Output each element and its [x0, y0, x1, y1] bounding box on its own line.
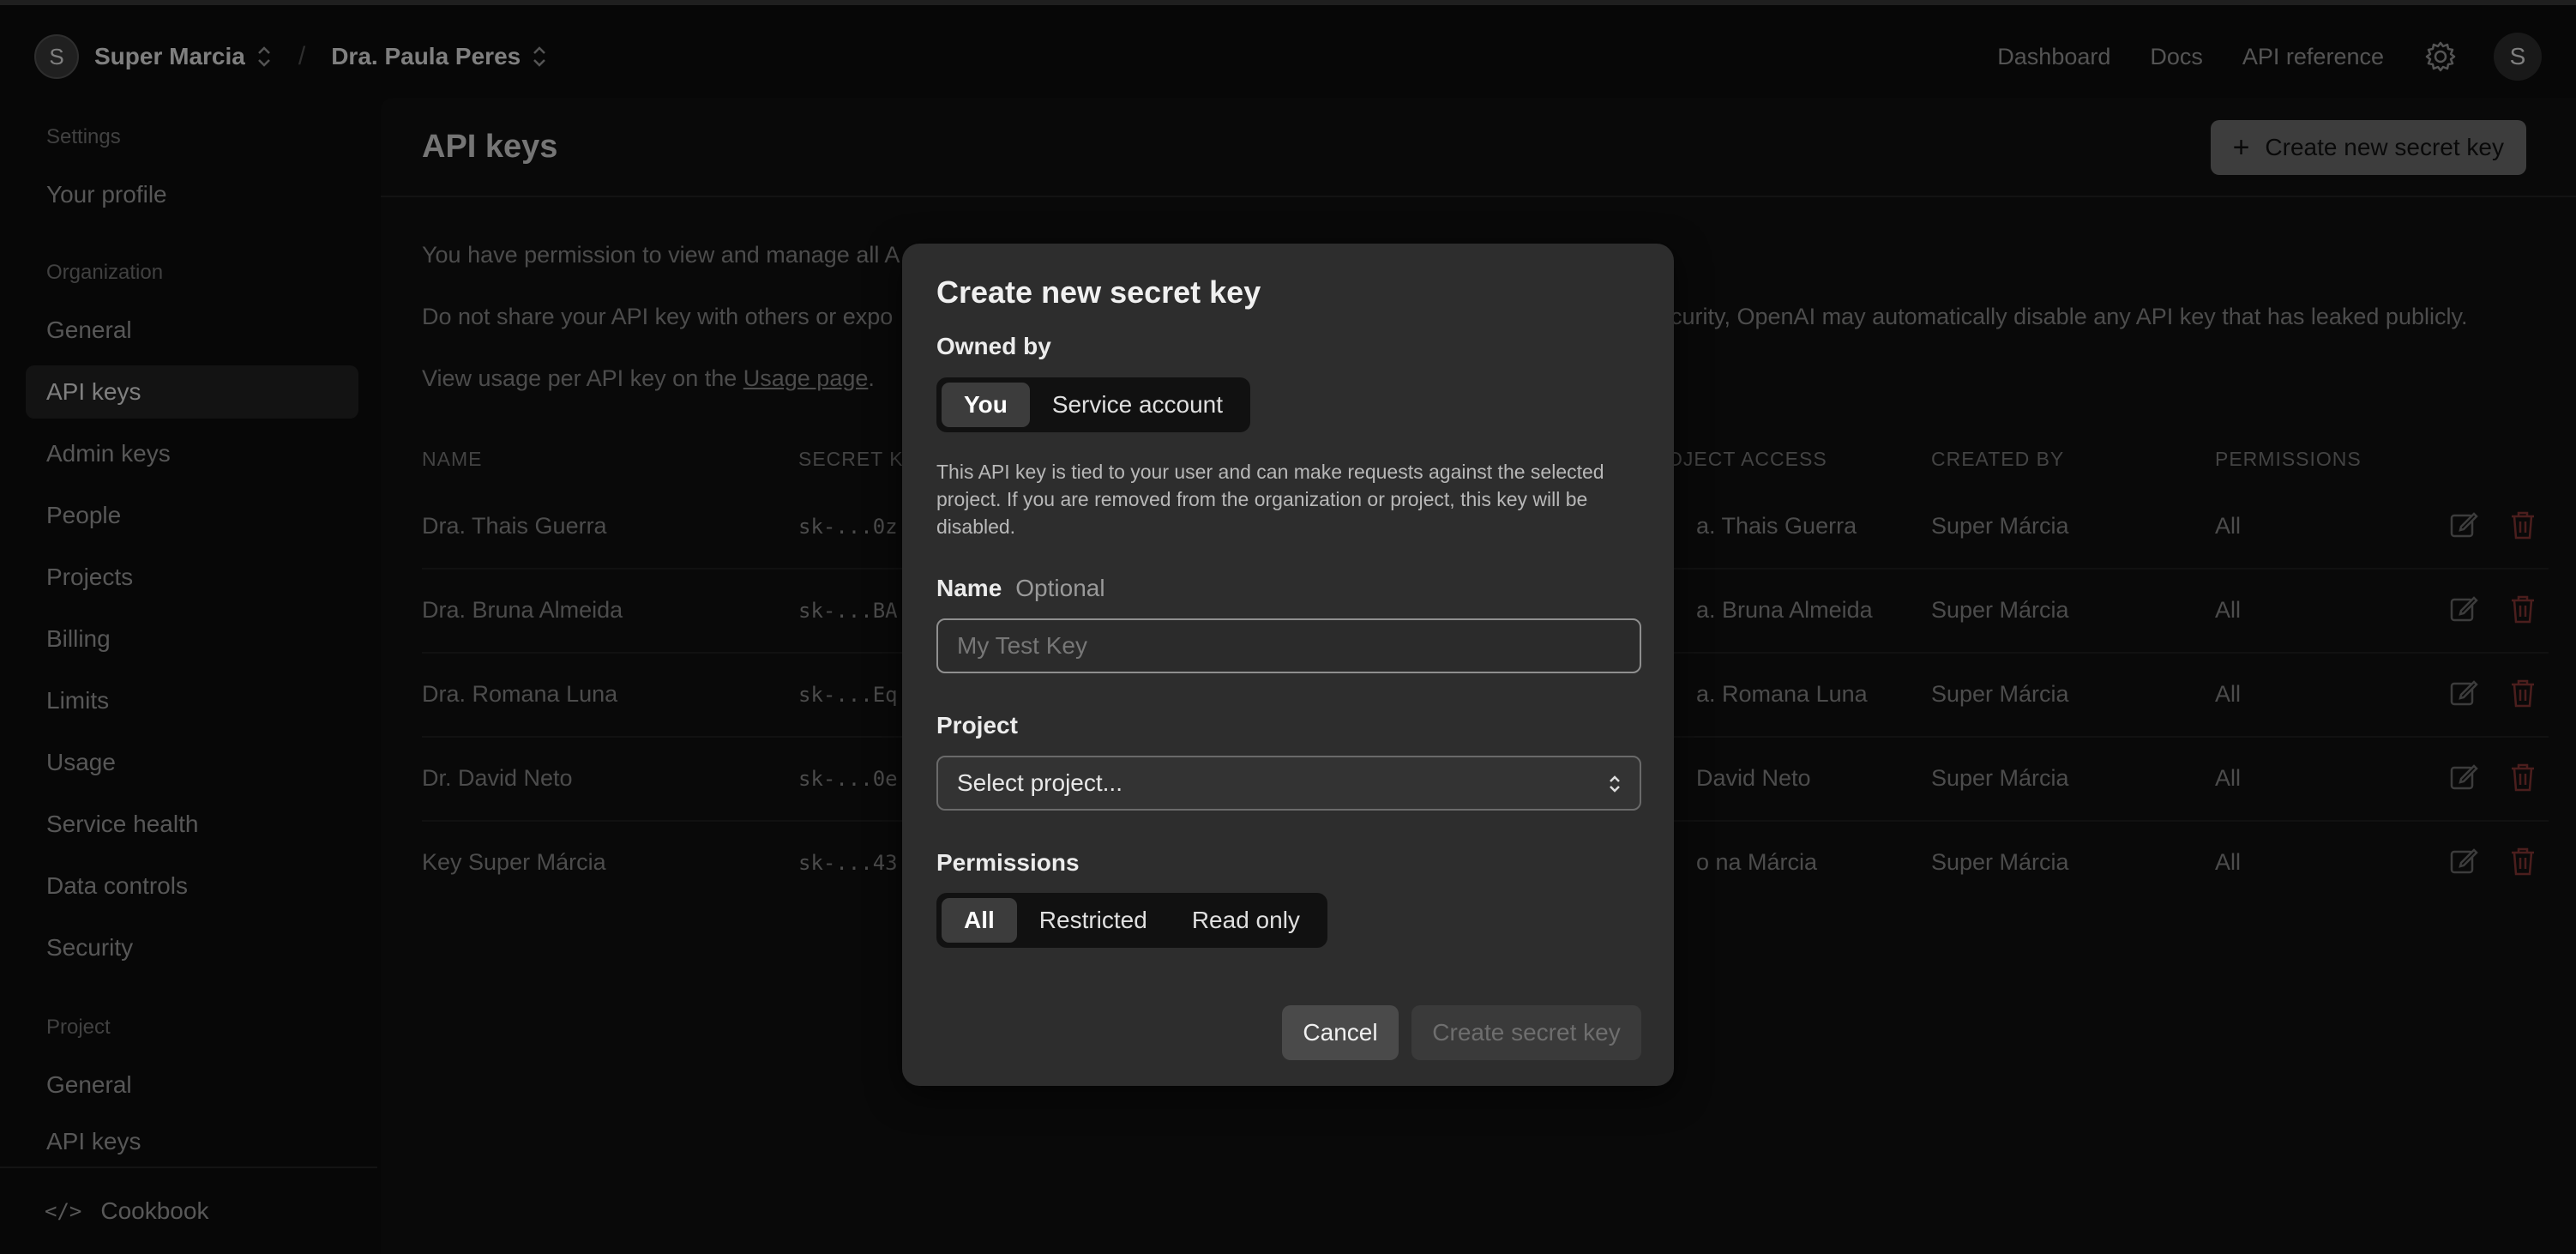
- owned-by-you-option[interactable]: You: [942, 383, 1030, 427]
- name-label: Name Optional: [936, 575, 1105, 602]
- owned-by-description: This API key is tied to your user and ca…: [936, 461, 1604, 538]
- app-root: S Super Marcia / Dra. Paula Peres Dashbo…: [0, 0, 2576, 1254]
- dialog-title: Create new secret key: [936, 274, 1261, 310]
- optional-hint: Optional: [1015, 575, 1105, 601]
- project-label: Project: [936, 712, 1018, 739]
- cancel-button[interactable]: Cancel: [1282, 1005, 1399, 1060]
- permissions-toggle: All Restricted Read only: [936, 893, 1327, 948]
- chevron-updown-icon: [1610, 775, 1620, 793]
- project-select[interactable]: Select project...: [936, 756, 1641, 811]
- name-label-text: Name: [936, 575, 1002, 601]
- key-name-input[interactable]: [936, 618, 1641, 673]
- project-select-value: Select project...: [957, 769, 1122, 796]
- owned-by-toggle: You Service account: [936, 377, 1251, 432]
- permission-restricted-option[interactable]: Restricted: [1017, 898, 1170, 943]
- owned-by-service-account-option[interactable]: Service account: [1030, 383, 1245, 427]
- permissions-label: Permissions: [936, 849, 1080, 876]
- permission-read-only-option[interactable]: Read only: [1170, 898, 1322, 943]
- create-secret-key-button[interactable]: Create secret key: [1411, 1005, 1641, 1060]
- create-secret-key-dialog: Create new secret key Owned by You Servi…: [902, 244, 1674, 1086]
- owned-by-label: Owned by: [936, 333, 1051, 359]
- permission-all-option[interactable]: All: [942, 898, 1017, 943]
